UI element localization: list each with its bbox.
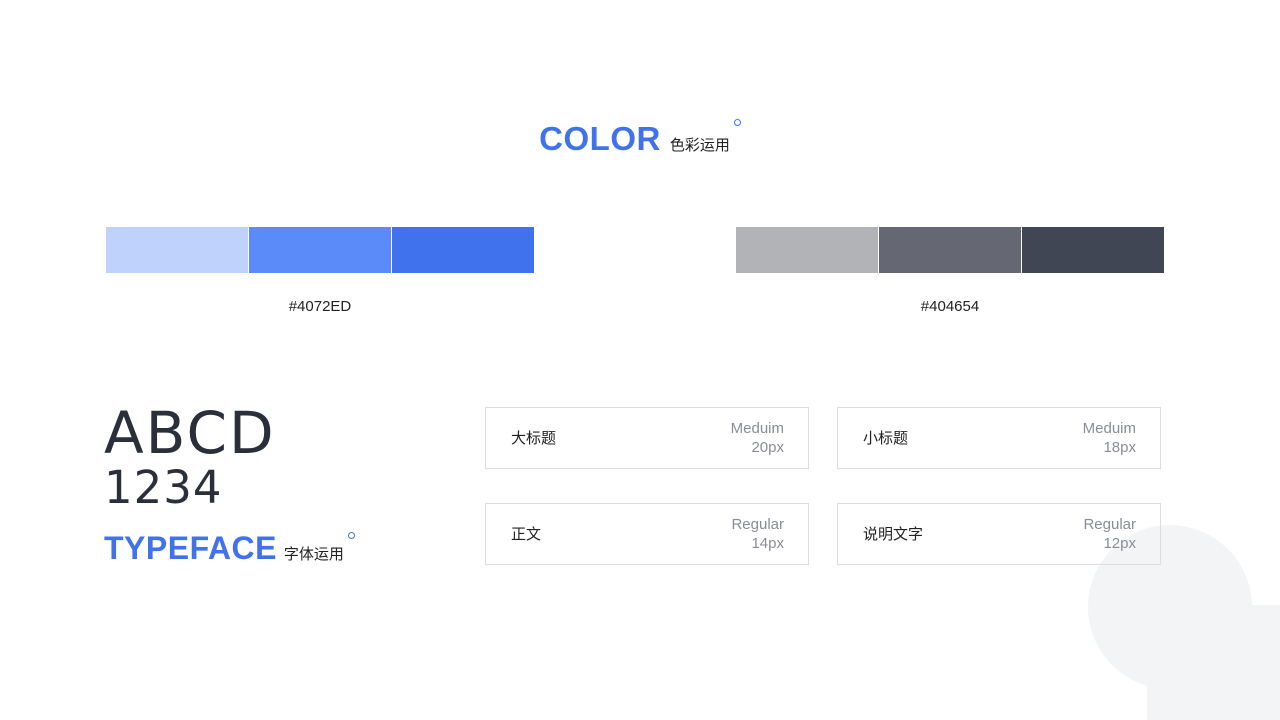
- blue-swatch-medium: [249, 227, 391, 273]
- font-card-weight: Meduim: [730, 420, 784, 437]
- font-card-weight: Meduim: [1082, 420, 1136, 437]
- blue-swatch-light: [106, 227, 248, 273]
- font-card-weight: Regular: [731, 516, 784, 533]
- font-card-name: 正文: [511, 525, 542, 543]
- typeface-sample-digits: 1234: [104, 461, 223, 514]
- font-card-name: 小标题: [863, 429, 909, 447]
- font-card-caption: 说明文字 Regular 12px: [837, 503, 1161, 565]
- blue-swatch-dark: [392, 227, 534, 273]
- blue-swatch-label: #4072ED: [288, 298, 352, 315]
- circle-dot-icon: [733, 119, 741, 126]
- gray-swatch-dark: [1022, 227, 1164, 273]
- font-card-size: 20px: [751, 439, 784, 456]
- font-card-size: 18px: [1103, 439, 1136, 456]
- font-card-body: 正文 Regular 14px: [485, 503, 809, 565]
- gray-swatch-row: [736, 227, 1165, 273]
- font-card-name: 大标题: [511, 429, 557, 447]
- typeface-section-title: TYPEFACE 字体运用: [104, 530, 355, 567]
- font-card-weight: Regular: [1083, 516, 1136, 533]
- font-card-name: 说明文字: [863, 525, 924, 543]
- circle-dot-icon: [347, 532, 355, 539]
- font-card-size: 12px: [1103, 535, 1136, 552]
- gray-swatch-label: #404654: [920, 298, 980, 315]
- typeface-title-en: TYPEFACE: [104, 530, 277, 566]
- gray-swatch-medium: [879, 227, 1021, 273]
- color-title-cn: 色彩运用: [669, 136, 730, 154]
- color-section-title: COLOR 色彩运用: [0, 119, 1280, 158]
- gray-swatch-light: [736, 227, 878, 273]
- font-card-heading-small: 小标题 Meduim 18px: [837, 407, 1161, 469]
- color-title-en: COLOR: [539, 120, 661, 157]
- font-card-size: 14px: [751, 535, 784, 552]
- blue-swatch-row: [106, 227, 535, 273]
- typeface-title-cn: 字体运用: [283, 545, 344, 563]
- decorative-square: [1147, 605, 1280, 720]
- typeface-sample-letters: ABCD: [104, 399, 276, 467]
- font-card-heading-large: 大标题 Meduim 20px: [485, 407, 809, 469]
